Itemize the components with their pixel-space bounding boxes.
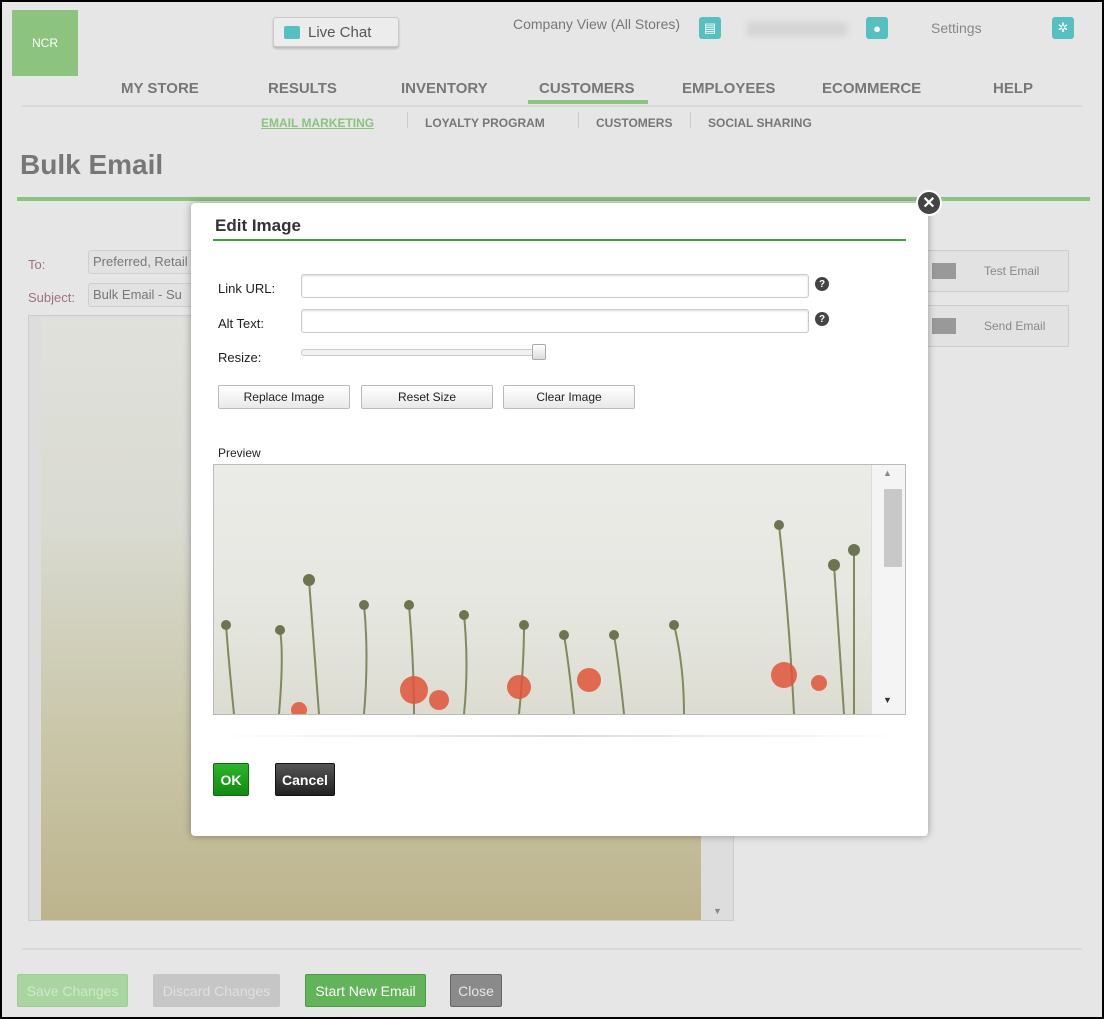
to-label: To:: [28, 257, 46, 272]
help-icon[interactable]: ?: [815, 277, 829, 291]
chat-icon: [284, 25, 300, 39]
live-chat-label: Live Chat: [308, 23, 372, 41]
nav-results[interactable]: RESULTS: [268, 80, 337, 97]
settings-link[interactable]: Settings: [931, 20, 982, 36]
save-changes-button[interactable]: Save Changes: [17, 974, 128, 1007]
start-new-email-button[interactable]: Start New Email: [305, 974, 426, 1007]
subnav-separator: [578, 112, 579, 128]
nav-inventory[interactable]: INVENTORY: [401, 80, 488, 97]
subnav-customers[interactable]: CUSTOMERS: [596, 116, 672, 130]
scroll-down-arrow[interactable]: ▼: [883, 695, 892, 705]
ncr-logo[interactable]: NCR: [12, 10, 78, 76]
clear-image-button[interactable]: Clear Image: [503, 385, 635, 409]
preview-scrollbar[interactable]: ▲ ▼: [871, 465, 905, 714]
help-icon[interactable]: ?: [815, 312, 829, 326]
subnav-separator: [407, 112, 408, 128]
to-field[interactable]: Preferred, Retail: [88, 250, 198, 274]
live-chat-button[interactable]: Live Chat: [273, 17, 399, 47]
scroll-down-arrow[interactable]: ▼: [713, 906, 722, 916]
link-url-label: Link URL:: [218, 281, 276, 296]
resize-label: Resize:: [218, 350, 262, 365]
resize-slider-handle[interactable]: [532, 344, 546, 360]
test-email-label: Test Email: [984, 264, 1040, 278]
preview-image: [214, 465, 871, 714]
envelope-icon: [932, 318, 956, 334]
logo-text: NCR: [32, 36, 58, 50]
nav-help[interactable]: HELP: [993, 80, 1033, 97]
subnav-email-marketing[interactable]: EMAIL MARKETING: [261, 116, 374, 130]
gear-icon[interactable]: ✲: [1052, 17, 1074, 39]
send-email-label: Send Email: [984, 319, 1046, 333]
user-name-blurred: [747, 22, 847, 36]
nav-active-indicator: [528, 100, 648, 104]
ok-button[interactable]: OK: [213, 763, 249, 796]
subnav-loyalty-program[interactable]: LOYALTY PROGRAM: [425, 116, 545, 130]
link-url-input[interactable]: [301, 274, 809, 298]
nav-my-store[interactable]: MY STORE: [121, 80, 199, 97]
dialog-title: Edit Image: [215, 216, 301, 235]
resize-slider[interactable]: [301, 349, 546, 356]
edit-image-dialog: Edit Image Link URL: ? Alt Text: ? Resiz…: [191, 203, 928, 836]
subnav-separator: [690, 112, 691, 128]
nav-ecommerce[interactable]: ECOMMERCE: [822, 80, 921, 97]
nav-employees[interactable]: EMPLOYEES: [682, 80, 775, 97]
cancel-button[interactable]: Cancel: [275, 763, 335, 796]
nav-customers[interactable]: CUSTOMERS: [539, 80, 635, 97]
company-view-link[interactable]: Company View (All Stores): [513, 16, 680, 32]
subject-label: Subject:: [28, 290, 75, 305]
scrollbar-thumb[interactable]: [884, 489, 902, 567]
alt-text-label: Alt Text:: [218, 316, 265, 331]
close-button[interactable]: Close: [450, 974, 502, 1007]
replace-image-button[interactable]: Replace Image: [218, 385, 350, 409]
test-email-button[interactable]: Test Email: [917, 250, 1069, 292]
user-icon[interactable]: ●: [866, 17, 888, 39]
subject-field[interactable]: Bulk Email - Su: [88, 283, 198, 307]
scroll-up-arrow[interactable]: ▲: [883, 468, 892, 478]
envelope-icon: [932, 263, 956, 279]
nav-divider: [22, 105, 1082, 107]
dialog-footer-divider: [213, 735, 906, 737]
page-title: Bulk Email: [20, 149, 164, 180]
preview-pane[interactable]: ▲ ▼: [213, 464, 906, 715]
store-icon[interactable]: ▤: [699, 17, 721, 39]
preview-label: Preview: [218, 446, 261, 460]
flower-field-image: [221, 520, 860, 714]
alt-text-input[interactable]: [301, 309, 809, 333]
footer-divider: [22, 948, 1082, 950]
reset-size-button[interactable]: Reset Size: [361, 385, 493, 409]
send-email-button[interactable]: Send Email: [917, 305, 1069, 347]
subnav-social-sharing[interactable]: SOCIAL SHARING: [708, 116, 812, 130]
page: NCR Live Chat Company View (All Stores) …: [2, 2, 1102, 1017]
discard-changes-button[interactable]: Discard Changes: [153, 974, 280, 1007]
close-dialog-icon[interactable]: ✕: [916, 190, 942, 216]
dialog-title-divider: [213, 239, 906, 241]
